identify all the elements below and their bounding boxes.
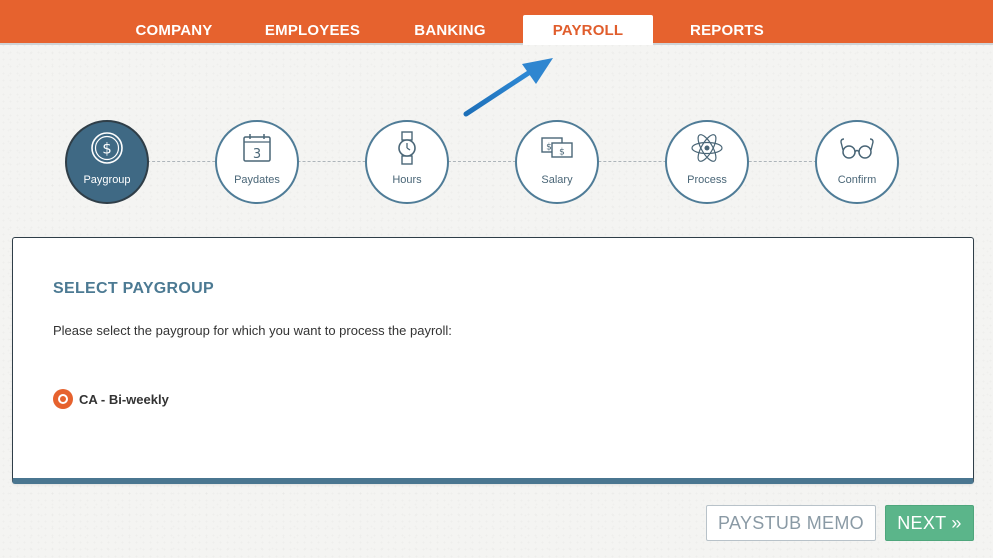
svg-text:$: $ xyxy=(546,143,552,153)
tab-reports[interactable]: REPORTS xyxy=(672,15,782,45)
tab-banking[interactable]: BANKING xyxy=(395,15,505,45)
step-paygroup[interactable]: $ Paygroup xyxy=(65,120,149,204)
card-title: SELECT PAYGROUP xyxy=(53,280,214,297)
step-label: Paydates xyxy=(234,174,280,186)
step-process[interactable]: Process xyxy=(665,120,749,204)
step-label: Salary xyxy=(541,174,573,186)
tab-payroll[interactable]: PAYROLL xyxy=(523,15,653,45)
svg-text:$: $ xyxy=(102,140,112,158)
tab-employees[interactable]: EMPLOYEES xyxy=(250,15,375,45)
glasses-icon xyxy=(840,138,874,159)
card-description: Please select the paygroup for which you… xyxy=(53,323,452,338)
money-bills-icon: $ $ xyxy=(541,137,573,158)
step-salary[interactable]: $ $ Salary xyxy=(515,120,599,204)
atom-icon xyxy=(691,134,723,162)
next-button[interactable]: NEXT » xyxy=(885,505,974,541)
watch-icon xyxy=(398,131,416,165)
step-label: Paygroup xyxy=(83,174,131,186)
step-label: Hours xyxy=(392,174,422,186)
dollar-coin-icon: $ xyxy=(91,132,123,164)
radio-selected-icon[interactable] xyxy=(53,389,73,409)
step-hours[interactable]: Hours xyxy=(365,120,449,204)
svg-text:3: 3 xyxy=(253,147,261,162)
calendar-icon: 3 xyxy=(243,134,271,162)
paygroup-option-label: CA - Bi-weekly xyxy=(79,391,169,407)
paystub-memo-button[interactable]: PAYSTUB MEMO xyxy=(706,505,876,541)
svg-text:$: $ xyxy=(559,148,565,158)
annotation-arrow-icon xyxy=(463,58,553,117)
step-paydates[interactable]: 3 Paydates xyxy=(215,120,299,204)
paygroup-card: SELECT PAYGROUP Please select the paygro… xyxy=(12,237,974,484)
top-navigation: COMPANY EMPLOYEES BANKING PAYROLL REPORT… xyxy=(0,0,993,45)
paygroup-option[interactable]: CA - Bi-weekly xyxy=(53,388,169,410)
step-label: Confirm xyxy=(837,174,877,186)
tab-company[interactable]: COMPANY xyxy=(118,15,230,45)
step-label: Process xyxy=(687,174,727,186)
step-confirm[interactable]: Confirm xyxy=(815,120,899,204)
